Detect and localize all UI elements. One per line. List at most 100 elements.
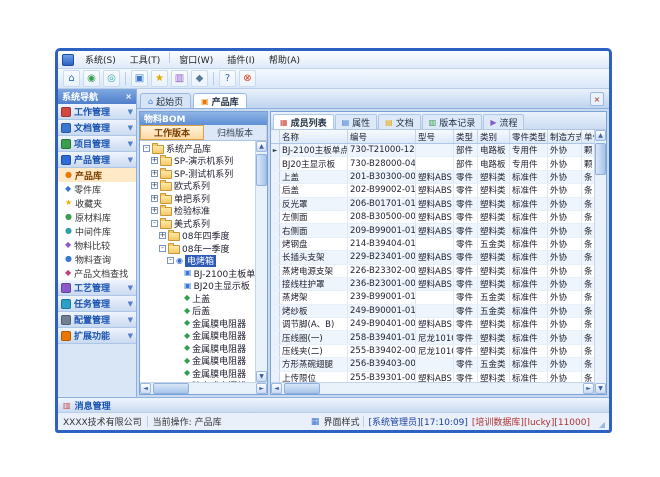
expand-icon[interactable]: + <box>151 157 158 164</box>
collapse-icon[interactable]: - <box>143 145 150 152</box>
scroll-down-icon[interactable]: ▼ <box>256 371 267 382</box>
home-icon[interactable]: ⌂ <box>63 70 80 87</box>
scroll-thumb[interactable] <box>284 383 320 394</box>
menu-item[interactable]: 插件(I) <box>220 52 262 67</box>
resize-grip[interactable] <box>594 417 604 427</box>
tree-node[interactable]: ◆后盖 <box>140 305 255 318</box>
exit-icon[interactable]: ⊗ <box>239 70 256 87</box>
menu-item[interactable]: 窗口(W) <box>172 52 220 67</box>
column-header-类型[interactable]: 类型 <box>454 130 478 143</box>
tree-node[interactable]: -◉电烤箱 <box>140 255 255 268</box>
expand-icon[interactable]: + <box>151 182 158 189</box>
tab-产品库[interactable]: ▣产品库 <box>193 93 247 108</box>
settings-icon[interactable]: ◆ <box>191 70 208 87</box>
scroll-left-icon[interactable]: ◄ <box>140 383 151 394</box>
nav-group-扩展功能[interactable]: 扩展功能▼ <box>58 328 136 344</box>
scroll-right-icon[interactable]: ► <box>256 383 267 394</box>
tab-文档[interactable]: ▤文档 <box>378 114 421 129</box>
sidebar-item-产品库[interactable]: ●产品库 <box>58 168 136 182</box>
tab-版本记录[interactable]: ▥版本记录 <box>422 114 483 129</box>
tree-node[interactable]: ◆金属膜电阻器 <box>140 330 255 343</box>
tree-node[interactable]: ▣BJ20主显示板 <box>140 280 255 293</box>
sidebar-item-物料比较[interactable]: ◆物料比较 <box>58 238 136 252</box>
scroll-down-icon[interactable]: ▼ <box>595 383 606 394</box>
column-header-零件类型[interactable]: 零件类型 <box>510 130 548 143</box>
tree-horizontal-scrollbar[interactable]: ◄ ► <box>140 382 267 394</box>
ui-style-label[interactable]: 界面样式 <box>323 415 359 428</box>
nav-group-项目管理[interactable]: 项目管理▼ <box>58 136 136 152</box>
table-row[interactable]: 接线柱护罩236-B23001-00E塑料ABS零件塑料类标准件外协条 <box>271 278 594 291</box>
tab-成员列表[interactable]: ▦成员列表 <box>273 114 334 129</box>
tab-工作版本[interactable]: 工作版本 <box>140 125 204 140</box>
table-row[interactable]: 反光罩206-B01701-01E塑料ABS零件塑料类标准件外协条 <box>271 198 594 211</box>
tree-node[interactable]: +08年四季度 <box>140 230 255 243</box>
table-vertical-scrollbar[interactable]: ▲ ▼ <box>594 130 606 394</box>
window-icon[interactable]: ▣ <box>131 70 148 87</box>
menu-item[interactable]: 帮助(A) <box>262 52 307 67</box>
collapse-icon[interactable]: - <box>159 245 166 252</box>
search-icon[interactable]: ◎ <box>103 70 120 87</box>
column-header-型号[interactable]: 型号 <box>416 130 454 143</box>
tree-node[interactable]: +欧式系列 <box>140 180 255 193</box>
table-row[interactable]: 调节脚(A、B)249-B90401-00E塑料ABS零件塑料类标准件外协条 <box>271 318 594 331</box>
tab-流程[interactable]: ▶流程 <box>483 114 524 129</box>
expand-icon[interactable]: + <box>151 195 158 202</box>
menu-item[interactable]: 系统(S) <box>78 52 123 67</box>
tab-归档版本[interactable]: 归档版本 <box>204 125 267 140</box>
table-row[interactable]: 左侧面208-B30500-00E塑料ABS零件塑料类标准件外协条 <box>271 211 594 224</box>
table-row[interactable]: 后盖202-B99002-01E塑料ABS零件塑料类标准件外协条 <box>271 184 594 197</box>
table-row[interactable]: 烤纱板249-B90001-01E零件五金类标准件外协条 <box>271 305 594 318</box>
close-tab-icon[interactable]: × <box>590 92 604 106</box>
sidebar-item-原材料库[interactable]: ●原材料库 <box>58 210 136 224</box>
tree-node[interactable]: +SP-演示机系列 <box>140 155 255 168</box>
nav-group-工艺管理[interactable]: 工艺管理▼ <box>58 280 136 296</box>
table-row[interactable]: 压线夹(二)255-B39402-00E尼龙1010零件塑料类标准件外协条 <box>271 345 594 358</box>
tree-node[interactable]: +单把系列 <box>140 192 255 205</box>
tree-node[interactable]: ▣BJ-2100主板单点 <box>140 267 255 280</box>
scroll-thumb[interactable] <box>153 383 189 394</box>
collapse-icon[interactable]: - <box>167 257 174 264</box>
refresh-icon[interactable]: ◉ <box>83 70 100 87</box>
table-row[interactable]: 蒸烤电源支架226-B23302-00E塑料ABS零件塑料类标准件外协条 <box>271 265 594 278</box>
report-icon[interactable]: ▥ <box>171 70 188 87</box>
tab-属性[interactable]: ▤属性 <box>335 114 378 129</box>
sidebar-item-零件库[interactable]: ◆零件库 <box>58 182 136 196</box>
expand-icon[interactable]: + <box>159 232 166 239</box>
message-panel-bar[interactable]: ▥ 消息管理 <box>58 397 609 412</box>
column-header-名称[interactable]: 名称 <box>280 130 348 143</box>
sidebar-item-物料查询[interactable]: ●物料查询 <box>58 252 136 266</box>
scroll-up-icon[interactable]: ▲ <box>595 130 606 141</box>
table-row[interactable]: 蒸烤架239-B99001-01E零件五金类标准件外协条 <box>271 291 594 304</box>
tree-node[interactable]: ◆金属膜电阻器 <box>140 317 255 330</box>
table-row[interactable]: BJ20主显示板730-B28000-04E部件电路板专用件外协颗 <box>271 157 594 170</box>
tree-node[interactable]: ◆上盖 <box>140 292 255 305</box>
table-row[interactable]: 长插头支架229-B23401-00E塑料ABS零件塑料类标准件外协条 <box>271 251 594 264</box>
tab-起始页[interactable]: ⌂起始页 <box>140 93 191 108</box>
tree-node[interactable]: ◆金属膜电阻器 <box>140 367 255 380</box>
column-header-单位[interactable]: 单位 <box>582 130 594 143</box>
column-header-类别[interactable]: 类别 <box>478 130 510 143</box>
table-row[interactable]: 上盖201-B30300-00E塑料ABS零件塑料类标准件外协条 <box>271 171 594 184</box>
table-row[interactable]: 压线圈(一)258-B39401-01E尼龙1010零件塑料类标准件外协条 <box>271 331 594 344</box>
close-icon[interactable]: × <box>125 93 132 101</box>
table-row[interactable]: 方形蒸碗翅腿256-B39403-00E零件五金类标准件外协条 <box>271 358 594 371</box>
scroll-thumb[interactable] <box>256 154 267 186</box>
tree-node[interactable]: ◆金属膜电阻器 <box>140 355 255 368</box>
nav-group-工作管理[interactable]: 工作管理▼ <box>58 104 136 120</box>
table-horizontal-scrollbar[interactable]: ◄ ► <box>271 382 594 394</box>
column-header-制造方式[interactable]: 制造方式 <box>548 130 582 143</box>
sidebar-item-收藏夹[interactable]: ★收藏夹 <box>58 196 136 210</box>
tree-vertical-scrollbar[interactable]: ▲ ▼ <box>255 141 267 382</box>
sidebar-item-中间件库[interactable]: ●中间件库 <box>58 224 136 238</box>
expand-icon[interactable]: + <box>151 170 158 177</box>
tree-node[interactable]: -美式系列 <box>140 217 255 230</box>
expand-icon[interactable]: + <box>151 207 158 214</box>
table-row[interactable]: 上传限位255-B39301-00E塑料ABS零件塑料类标准件外协条 <box>271 372 594 382</box>
nav-group-任务管理[interactable]: 任务管理▼ <box>58 296 136 312</box>
sidebar-item-产品文档查找[interactable]: ◆产品文档查找 <box>58 266 136 280</box>
tree-node[interactable]: +检验标准 <box>140 205 255 218</box>
favorites-icon[interactable]: ★ <box>151 70 168 87</box>
scroll-up-icon[interactable]: ▲ <box>256 141 267 152</box>
help-icon[interactable]: ? <box>219 70 236 87</box>
scroll-left-icon[interactable]: ◄ <box>271 383 282 394</box>
